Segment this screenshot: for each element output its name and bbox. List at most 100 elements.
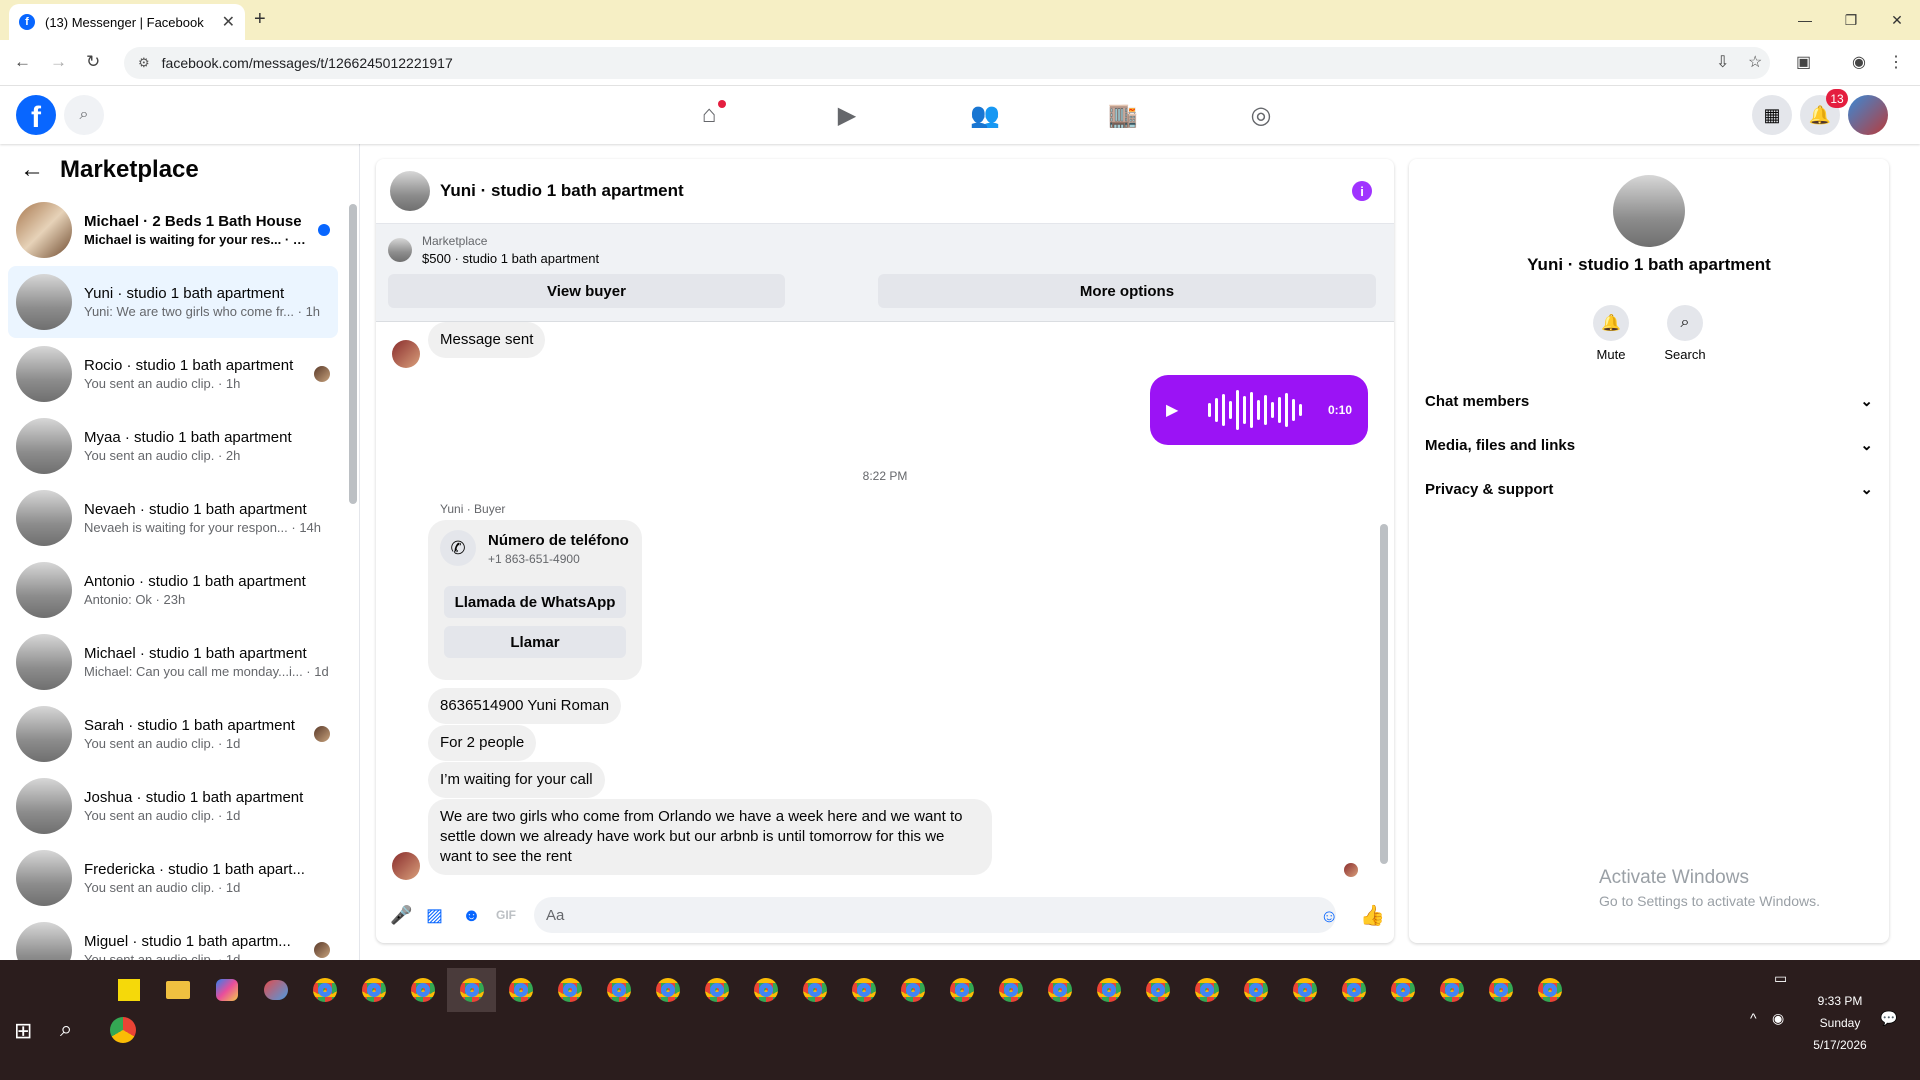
file-explorer-icon[interactable] [153,968,202,1012]
audio-message[interactable]: ▶ 0:10 [1150,375,1368,445]
list-item[interactable]: Nevaeh · studio 1 bath apartment Nevaeh i… [8,482,338,554]
info-icon[interactable]: i [1352,181,1372,201]
chrome-profile-icon[interactable] [496,968,545,1012]
chrome-tray-icon[interactable]: ◉ [1772,1010,1784,1027]
sidebar-scrollbar[interactable] [349,204,357,504]
call-button[interactable]: Llamar [444,626,626,658]
listing-thumbnail [16,634,72,690]
message-input[interactable]: Aa [534,897,1336,933]
friends-icon[interactable]: 👥 [916,86,1054,144]
site-info-icon[interactable]: ⚙ [138,55,150,71]
tab-search-icon[interactable]: ▣ [1796,52,1811,72]
chat-thumbnail[interactable] [390,171,430,211]
copilot-icon[interactable] [202,968,251,1012]
chrome-profile-icon[interactable] [790,968,839,1012]
chrome-profile-icon[interactable] [1280,968,1329,1012]
view-buyer-button[interactable]: View buyer [388,274,785,308]
minimize-icon[interactable]: — [1782,0,1828,40]
chrome-profile-icon[interactable] [1182,968,1231,1012]
sticky-notes-icon[interactable] [104,968,153,1012]
close-window-icon[interactable]: ✕ [1874,0,1920,40]
list-item[interactable]: Miguel · studio 1 bath apartm... You sent… [8,914,338,960]
browser-tab[interactable]: f (13) Messenger | Facebook ✕ [9,4,245,40]
list-item[interactable]: Joshua · studio 1 bath apartment You sent… [8,770,338,842]
marketplace-icon[interactable]: 🏬 [1054,86,1192,144]
new-tab-icon[interactable]: + [254,8,266,31]
list-item[interactable]: Rocio · studio 1 bath apartment You sent … [8,338,338,410]
chrome-profile-icon[interactable] [594,968,643,1012]
bookmark-star-icon[interactable]: ☆ [1748,52,1762,72]
chrome-profile-icon[interactable] [545,968,594,1012]
list-item[interactable]: Michael · studio 1 bath apartment Michael… [8,626,338,698]
list-item[interactable]: Sarah · studio 1 bath apartment You sent … [8,698,338,770]
search-action[interactable]: ⌕ Search [1655,305,1715,362]
close-tab-icon[interactable]: ✕ [222,12,235,32]
more-options-button[interactable]: More options [878,274,1376,308]
privacy-support-section[interactable]: Privacy & support ⌄ [1425,467,1873,511]
back-icon[interactable]: ← [14,52,31,72]
chrome-profile-icon[interactable] [741,968,790,1012]
windows-start-icon[interactable]: ⊞ [14,1018,32,1044]
taskbar-clock[interactable]: 9:33 PM Sunday 5/17/2026 [1790,990,1890,1056]
chrome-profile-icon[interactable] [1035,968,1084,1012]
restore-icon[interactable]: ❐ [1828,0,1874,40]
profile-icon[interactable]: ◉ [1852,52,1866,72]
chrome-running-icon[interactable] [110,1017,136,1043]
display-settings-icon[interactable]: ▭ [1774,970,1787,987]
chat-scrollbar[interactable] [1380,524,1388,864]
chrome-profile-icon[interactable] [447,968,496,1012]
url-input[interactable]: ⚙ facebook.com/messages/t/12662450122219… [124,47,1770,79]
photo-icon[interactable]: ▨ [426,905,443,926]
video-icon[interactable]: ▶ [778,86,916,144]
chrome-profile-icon[interactable] [888,968,937,1012]
list-item[interactable]: Michael · 2 Beds 1 Bath House Michael is … [8,194,338,266]
chrome-profile-icon[interactable] [937,968,986,1012]
list-item[interactable]: Fredericka · studio 1 bath apart... You s… [8,842,338,914]
chrome-icon[interactable] [300,968,349,1012]
chat-members-section[interactable]: Chat members ⌄ [1425,379,1873,423]
like-icon[interactable]: 👍 [1360,903,1385,928]
show-hidden-icons-icon[interactable]: ^ [1750,1010,1757,1026]
play-icon[interactable]: ▶ [1166,400,1188,420]
sticker-icon[interactable]: ☻ [462,905,481,926]
chrome-profile-icon[interactable] [398,968,447,1012]
whatsapp-call-button[interactable]: Llamada de WhatsApp [444,586,626,618]
chrome-profile-icon[interactable] [1084,968,1133,1012]
chrome-profile-icon[interactable] [1329,968,1378,1012]
menu-dots-icon[interactable]: ⋮ [1888,52,1904,72]
list-item[interactable]: Yuni · studio 1 bath apartment Yuni: We a… [8,266,338,338]
chat-title[interactable]: Yuni · studio 1 bath apartment [440,181,684,201]
home-icon[interactable]: ⌂ [640,86,778,144]
action-center-icon[interactable]: 💬 [1880,1010,1897,1027]
search-icon[interactable]: ⌕ [64,95,104,135]
mute-action[interactable]: 🔔 Mute [1581,305,1641,362]
facebook-logo-icon[interactable]: f [16,95,56,135]
chrome-profile-icon[interactable] [1378,968,1427,1012]
emoji-icon[interactable]: ☺ [1320,906,1338,927]
chrome-profile-icon[interactable] [839,968,888,1012]
chrome-profile-icon[interactable] [1427,968,1476,1012]
chrome-profile-icon[interactable] [1231,968,1280,1012]
chrome-profile-icon[interactable] [643,968,692,1012]
chrome-profile-icon[interactable] [349,968,398,1012]
listing-info[interactable]: Marketplace $500 · studio 1 bath apartme… [388,234,599,266]
gif-icon[interactable]: GIF [496,908,516,922]
chrome-profile-icon[interactable] [692,968,741,1012]
install-icon[interactable]: ⇩ [1716,52,1729,72]
list-item[interactable]: Myaa · studio 1 bath apartment You sent a… [8,410,338,482]
reload-icon[interactable]: ↻ [86,52,100,72]
forward-icon[interactable]: → [50,52,67,72]
chrome-profile-icon[interactable] [986,968,1035,1012]
microphone-icon[interactable]: 🎤 [390,905,412,926]
taskbar-search-icon[interactable]: ⌕ [60,1016,72,1042]
groups-icon[interactable]: ◎ [1192,86,1330,144]
chrome-profile-icon[interactable] [1476,968,1525,1012]
chrome-profile-icon[interactable] [1133,968,1182,1012]
account-avatar[interactable] [1848,95,1888,135]
list-item[interactable]: Antonio · studio 1 bath apartment Antonio… [8,554,338,626]
menu-grid-icon[interactable]: ▦ [1752,95,1792,135]
back-arrow-icon[interactable]: ← [20,156,44,184]
paint-icon[interactable] [251,968,300,1012]
chrome-profile-icon[interactable] [1525,968,1574,1012]
media-files-section[interactable]: Media, files and links ⌄ [1425,423,1873,467]
